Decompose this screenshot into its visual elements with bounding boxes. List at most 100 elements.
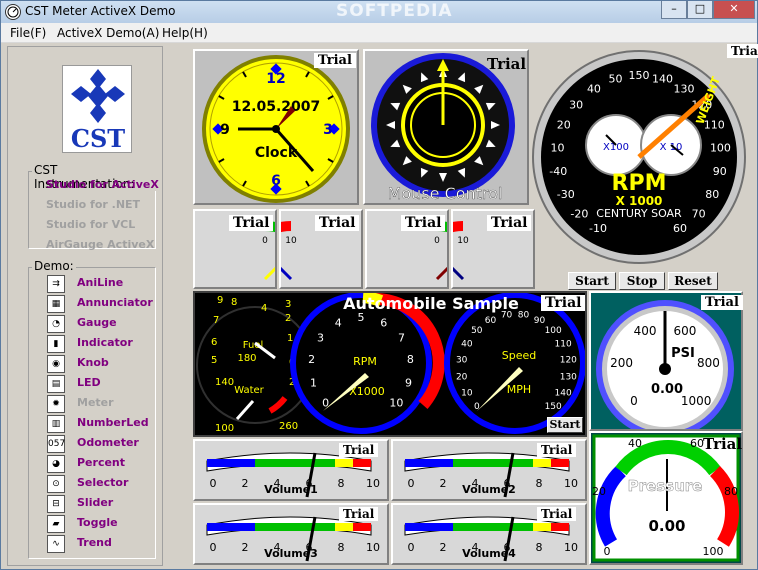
water-label: Water (234, 385, 264, 396)
demo-item-toggle[interactable]: ▰ Toggle (47, 514, 177, 534)
rpm-tick: 90 (713, 165, 727, 178)
demo-item-slider[interactable]: ⊟ Slider (47, 494, 177, 514)
clock-12: 12 (266, 71, 285, 87)
psi-tick: 200 (610, 356, 633, 370)
auto-speed-tick: 20 (456, 372, 468, 382)
rpm-tick: 50 (608, 72, 622, 85)
demo-item-trend[interactable]: ∿ Trend (47, 534, 177, 554)
rpm-weight-gauge[interactable]: -10-20-30-401020304050 150 140130120110100… (531, 45, 757, 269)
automobile-title: Automobile Sample (343, 294, 519, 313)
demo-item-gauge[interactable]: ◔ Gauge (47, 314, 177, 334)
auto-rpm-tick: 1 (310, 376, 317, 389)
menu-file[interactable]: File(F) (10, 26, 46, 40)
pressure-tick: 40 (628, 437, 642, 450)
auto-rpm-tick: 7 (398, 332, 405, 345)
rpm-tick: -40 (549, 165, 567, 178)
auto-rpm-tick: 0 (322, 396, 329, 409)
slider-icon: ⊟ (47, 495, 65, 513)
rpm-tick: 30 (569, 98, 583, 111)
demo-item-meter[interactable]: ✹ Meter (47, 394, 177, 414)
demo-title: Demo: (32, 259, 76, 273)
small-gauge-tick: 2 (274, 238, 275, 248)
volume-tick: 0 (408, 477, 415, 490)
demo-item-label: Meter (77, 396, 114, 409)
rpm-trial: Trial (727, 44, 758, 58)
small-gauge-needle (427, 243, 465, 281)
menu-activex-demo[interactable]: ActiveX Demo(A) (57, 26, 159, 40)
clock-3: 3 (323, 122, 333, 138)
demo-item-annunciator[interactable]: ▦ Annunciator (47, 294, 177, 314)
odometer-icon: 057 (47, 435, 65, 453)
volume-tick: 10 (366, 477, 380, 490)
automobile-gauges[interactable]: 9876543210140100220260 Fuel 180 Water 01… (195, 291, 586, 435)
clock-date: 12.05.2007 (232, 99, 321, 115)
demo-item-label: Knob (77, 356, 109, 369)
small-gauge-needle (255, 243, 293, 281)
stop-button[interactable]: Stop (619, 272, 665, 290)
small-gauge-panel-4: 0246810 Trial (405, 209, 535, 289)
start-button[interactable]: Start (568, 272, 616, 290)
small-gauge-tick: 0 (434, 236, 440, 246)
rpm-tick: 60 (673, 222, 687, 235)
volume-trial-1: Trial (339, 443, 379, 457)
demo-item-led[interactable]: ▤ LED (47, 374, 177, 394)
menu-help[interactable]: Help(H) (162, 26, 208, 40)
numberled-icon: ▥ (47, 415, 65, 433)
volume-trial-2: Trial (537, 443, 577, 457)
auto-small-tick: 7 (213, 315, 219, 326)
close-button[interactable]: ✕ (713, 1, 755, 19)
small-gauge-tick: 10 (457, 236, 469, 246)
volume-tick: 0 (408, 541, 415, 554)
psi-tick: 0 (630, 394, 638, 408)
rpm-tick: 140 (652, 72, 673, 85)
minimize-button[interactable]: – (661, 1, 687, 19)
auto-small-tick: 2 (285, 313, 291, 324)
auto-speed-tick: 110 (555, 339, 572, 349)
pressure-tick: 0 (604, 545, 611, 558)
demo-item-percent[interactable]: ◕ Percent (47, 454, 177, 474)
studio-link-2[interactable]: Studio for VCL (46, 218, 135, 231)
demo-item-numberled[interactable]: ▥ NumberLed (47, 414, 177, 434)
demo-item-label: Annunciator (77, 296, 153, 309)
demo-item-odometer[interactable]: 057 Odometer (47, 434, 177, 454)
demo-item-label: Gauge (77, 316, 117, 329)
mouse-control-knob[interactable]: Mouse Control (365, 51, 527, 203)
psi-value: 0.00 (651, 382, 683, 397)
studio-link-3[interactable]: AirGauge ActiveX (46, 238, 154, 251)
small-gauge-needle (435, 243, 473, 281)
small-gauge-trial-3: Trial (401, 215, 446, 231)
auto-speed-tick: 10 (461, 389, 473, 399)
studio-link-1[interactable]: Studio for .NET (46, 198, 140, 211)
small-gauge-tick: 8 (453, 238, 454, 248)
auto-rpm-tick: 6 (380, 316, 387, 329)
gauge-band (262, 221, 291, 238)
auto-rpm-tick: 8 (407, 353, 414, 366)
psi-tick: 600 (674, 324, 697, 338)
demo-item-aniline[interactable]: ⇉ AniLine (47, 274, 177, 294)
rpm-tick: 150 (629, 69, 650, 82)
psi-gauge[interactable]: 0 200 400 600 800 1000 PSI 0.00 (591, 293, 741, 438)
clock-gauge[interactable]: 12 3 6 9 12.05.2007 Clock (195, 51, 357, 203)
volume-tick: 8 (536, 477, 543, 490)
demo-item-knob[interactable]: ◉ Knob (47, 354, 177, 374)
rpm-tick: 10 (551, 141, 565, 154)
selector-icon: ⊙ (47, 475, 65, 493)
maximize-button[interactable]: □ (687, 1, 713, 19)
indicator-icon: ▮ (47, 335, 65, 353)
studio-link-0[interactable]: Studio for ActiveX (46, 178, 159, 191)
automobile-start-button[interactable]: Start (547, 417, 583, 433)
window-title: CST Meter ActiveX Demo (25, 4, 176, 18)
title-bar[interactable]: CST Meter ActiveX Demo SOFTPEDIA – □ ✕ (1, 1, 757, 23)
rpm-tick: 70 (692, 207, 706, 220)
demo-item-indicator[interactable]: ▮ Indicator (47, 334, 177, 354)
demo-item-label: LED (77, 376, 101, 389)
volume-tick: 10 (564, 477, 578, 490)
volume-tick: 2 (242, 477, 249, 490)
reset-button[interactable]: Reset (668, 272, 718, 290)
cst-logo-icon (71, 69, 125, 123)
demo-item-selector[interactable]: ⊙ Selector (47, 474, 177, 494)
automobile-panel: 9876543210140100220260 Fuel 180 Water 01… (193, 291, 587, 437)
auto-small-tick: 4 (261, 303, 267, 314)
pressure-label: Pressure (628, 477, 703, 495)
volume-tick: 2 (440, 477, 447, 490)
